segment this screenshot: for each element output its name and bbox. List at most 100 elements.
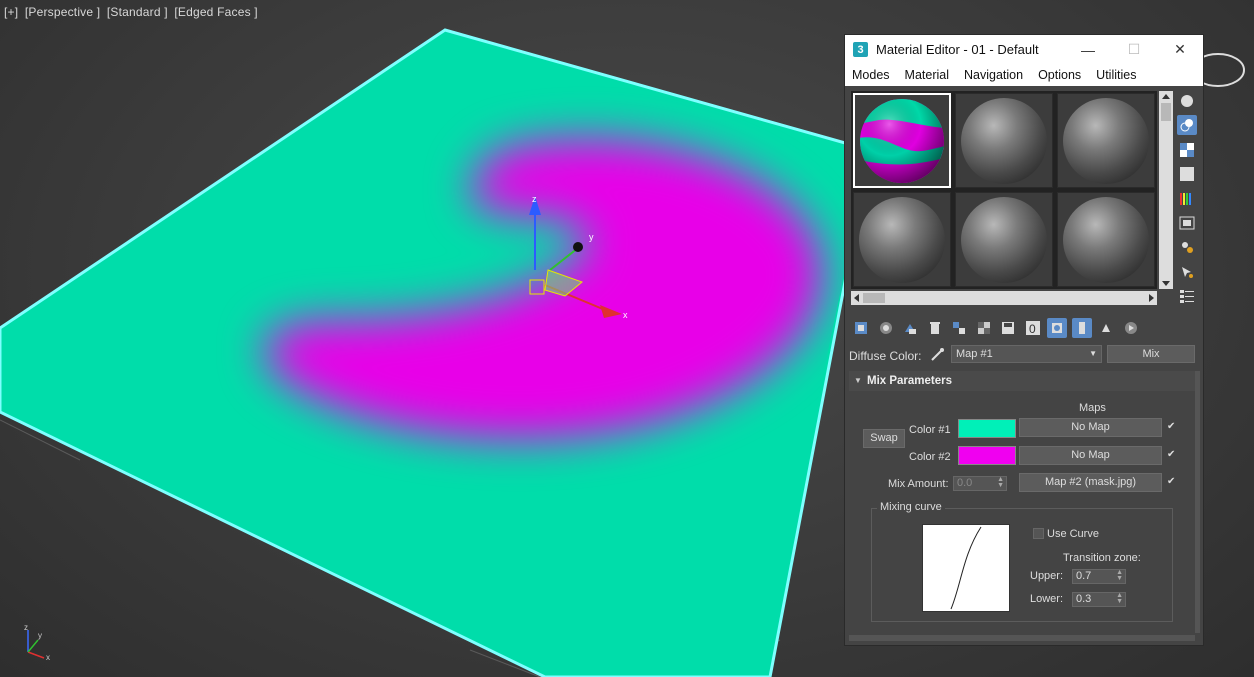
collapse-triangle-icon: ▼: [854, 376, 862, 385]
save-material-icon[interactable]: [998, 318, 1018, 338]
window-title: Material Editor - 01 - Default: [876, 42, 1039, 57]
material-id-channel-icon[interactable]: 0: [1023, 318, 1043, 338]
map-name-dropdown[interactable]: Map #1 ▼: [951, 345, 1102, 363]
mix-parameters-panel: Maps Swap Color #1 No Map ✔ Color #2 No …: [849, 392, 1193, 630]
show-shaded-material-icon[interactable]: [1047, 318, 1067, 338]
menu-material[interactable]: Material: [905, 68, 949, 82]
sample-slot-4[interactable]: [853, 192, 951, 287]
gizmo-y-label: y: [589, 232, 594, 242]
minimize-button[interactable]: —: [1065, 35, 1111, 64]
spinner-arrows-icon[interactable]: ▲ ▼: [1116, 569, 1123, 582]
svg-text:0: 0: [1029, 322, 1036, 336]
lower-spinner[interactable]: 0.3 ▲ ▼: [1072, 592, 1126, 607]
background-checker-icon[interactable]: [1177, 140, 1197, 160]
options-icon[interactable]: [1177, 237, 1197, 257]
use-curve-label: Use Curve: [1047, 528, 1099, 540]
panel-vertical-scrollbar[interactable]: [1195, 371, 1200, 633]
show-end-result-icon[interactable]: [1071, 318, 1092, 338]
assign-to-selection-icon[interactable]: [900, 318, 920, 338]
put-to-library-icon[interactable]: [974, 318, 994, 338]
use-curve-checkbox[interactable]: [1033, 528, 1044, 539]
scroll-down-icon[interactable]: [1162, 281, 1170, 286]
sample-slots: [851, 91, 1157, 289]
mixing-curve-preview: [922, 524, 1010, 612]
swap-button[interactable]: Swap: [863, 429, 905, 448]
mix-amount-map-button[interactable]: Map #2 (mask.jpg): [1019, 473, 1162, 492]
gizmo-x-label: x: [623, 310, 628, 320]
sample-sphere: [859, 196, 945, 283]
color1-map-checkbox[interactable]: ✔: [1167, 422, 1176, 432]
material-map-navigator-icon[interactable]: [1177, 286, 1197, 306]
color2-map-button[interactable]: No Map: [1019, 446, 1162, 465]
make-preview-icon[interactable]: [1177, 213, 1197, 233]
sample-sphere: [961, 196, 1047, 283]
sample-sphere-mix: [860, 98, 944, 183]
video-color-check-icon[interactable]: [1177, 189, 1197, 209]
scroll-up-icon[interactable]: [1162, 94, 1170, 99]
sample-sphere: [961, 97, 1047, 184]
color2-map-checkbox[interactable]: ✔: [1167, 450, 1176, 460]
backlight-icon[interactable]: [1177, 115, 1197, 136]
color1-map-button[interactable]: No Map: [1019, 418, 1162, 437]
spinner-arrows-icon[interactable]: ▲ ▼: [1116, 592, 1123, 605]
maximize-button[interactable]: ☐: [1111, 35, 1157, 64]
select-by-material-icon[interactable]: [1177, 262, 1197, 282]
get-material-icon[interactable]: [851, 318, 871, 338]
mix-parameters-rollout-header[interactable]: ▼ Mix Parameters: [849, 371, 1195, 391]
map-name-value: Map #1: [956, 348, 993, 360]
viewport-standard-menu[interactable]: [Standard ]: [107, 5, 168, 19]
material-toolbar: 0: [851, 317, 1145, 339]
eyedropper-icon[interactable]: [929, 346, 945, 362]
viewport-shading-menu[interactable]: [Edged Faces ]: [174, 5, 258, 19]
menu-modes[interactable]: Modes: [852, 68, 890, 82]
gizmo-z-label: z: [532, 194, 537, 204]
sample-slot-1[interactable]: [853, 93, 951, 188]
color2-label: Color #2: [909, 451, 951, 463]
mixing-curve-group: Mixing curve Use Curve Transition zone: …: [871, 501, 1173, 622]
scroll-right-icon[interactable]: [1149, 294, 1154, 302]
mixing-curve-title: Mixing curve: [877, 501, 945, 513]
menu-utilities[interactable]: Utilities: [1096, 68, 1136, 82]
panel-bottom-scrollbar[interactable]: [849, 635, 1195, 641]
sample-slot-6[interactable]: [1057, 192, 1155, 287]
diffuse-color-row: Diffuse Color: Map #1 ▼ Mix: [849, 343, 1199, 365]
spinner-arrows-icon[interactable]: ▲ ▼: [997, 476, 1004, 489]
reset-map-icon[interactable]: [925, 318, 945, 338]
menu-options[interactable]: Options: [1038, 68, 1081, 82]
scroll-left-icon[interactable]: [854, 294, 859, 302]
lower-value: 0.3: [1076, 593, 1092, 605]
map-type-button[interactable]: Mix: [1107, 345, 1195, 363]
material-editor-window: 3 Material Editor - 01 - Default — ☐ ✕ M…: [844, 34, 1204, 646]
sample-slot-3[interactable]: [1057, 93, 1155, 188]
close-button[interactable]: ✕: [1157, 35, 1203, 64]
sample-uv-tiling-icon[interactable]: [1177, 164, 1197, 184]
maps-header: Maps: [1079, 402, 1106, 414]
color1-swatch[interactable]: [958, 419, 1016, 438]
viewport-view-menu[interactable]: [Perspective ]: [25, 5, 101, 19]
slots-horizontal-scrollbar[interactable]: [851, 291, 1157, 305]
make-unique-icon[interactable]: [949, 318, 969, 338]
view-axis-tripod: z y x: [24, 623, 50, 662]
mix-amount-map-checkbox[interactable]: ✔: [1167, 477, 1176, 487]
upper-spinner[interactable]: 0.7 ▲ ▼: [1072, 569, 1126, 584]
go-forward-sibling-icon[interactable]: [1121, 318, 1141, 338]
viewport-plus-menu[interactable]: [+]: [4, 5, 18, 19]
mix-amount-spinner[interactable]: 0.0 ▲ ▼: [953, 476, 1007, 491]
color2-swatch[interactable]: [958, 446, 1016, 465]
title-bar[interactable]: 3 Material Editor - 01 - Default — ☐ ✕: [845, 35, 1203, 64]
go-to-parent-icon[interactable]: [1096, 318, 1116, 338]
scroll-thumb[interactable]: [863, 293, 885, 303]
put-to-scene-icon[interactable]: [876, 318, 896, 338]
sample-slot-2[interactable]: [955, 93, 1053, 188]
rollout-title: Mix Parameters: [867, 375, 953, 387]
sample-sphere: [1063, 196, 1149, 283]
side-toolbar: [1177, 91, 1199, 311]
menu-navigation[interactable]: Navigation: [964, 68, 1023, 82]
transition-zone-label: Transition zone:: [1063, 552, 1141, 564]
slots-vertical-scrollbar[interactable]: [1159, 91, 1173, 289]
svg-text:y: y: [38, 631, 42, 640]
scroll-thumb[interactable]: [1161, 103, 1171, 121]
viewport-label-menu[interactable]: [+] [Perspective ] [Standard ] [Edged Fa…: [4, 5, 261, 19]
sample-slot-5[interactable]: [955, 192, 1053, 287]
sample-type-icon[interactable]: [1177, 91, 1197, 111]
